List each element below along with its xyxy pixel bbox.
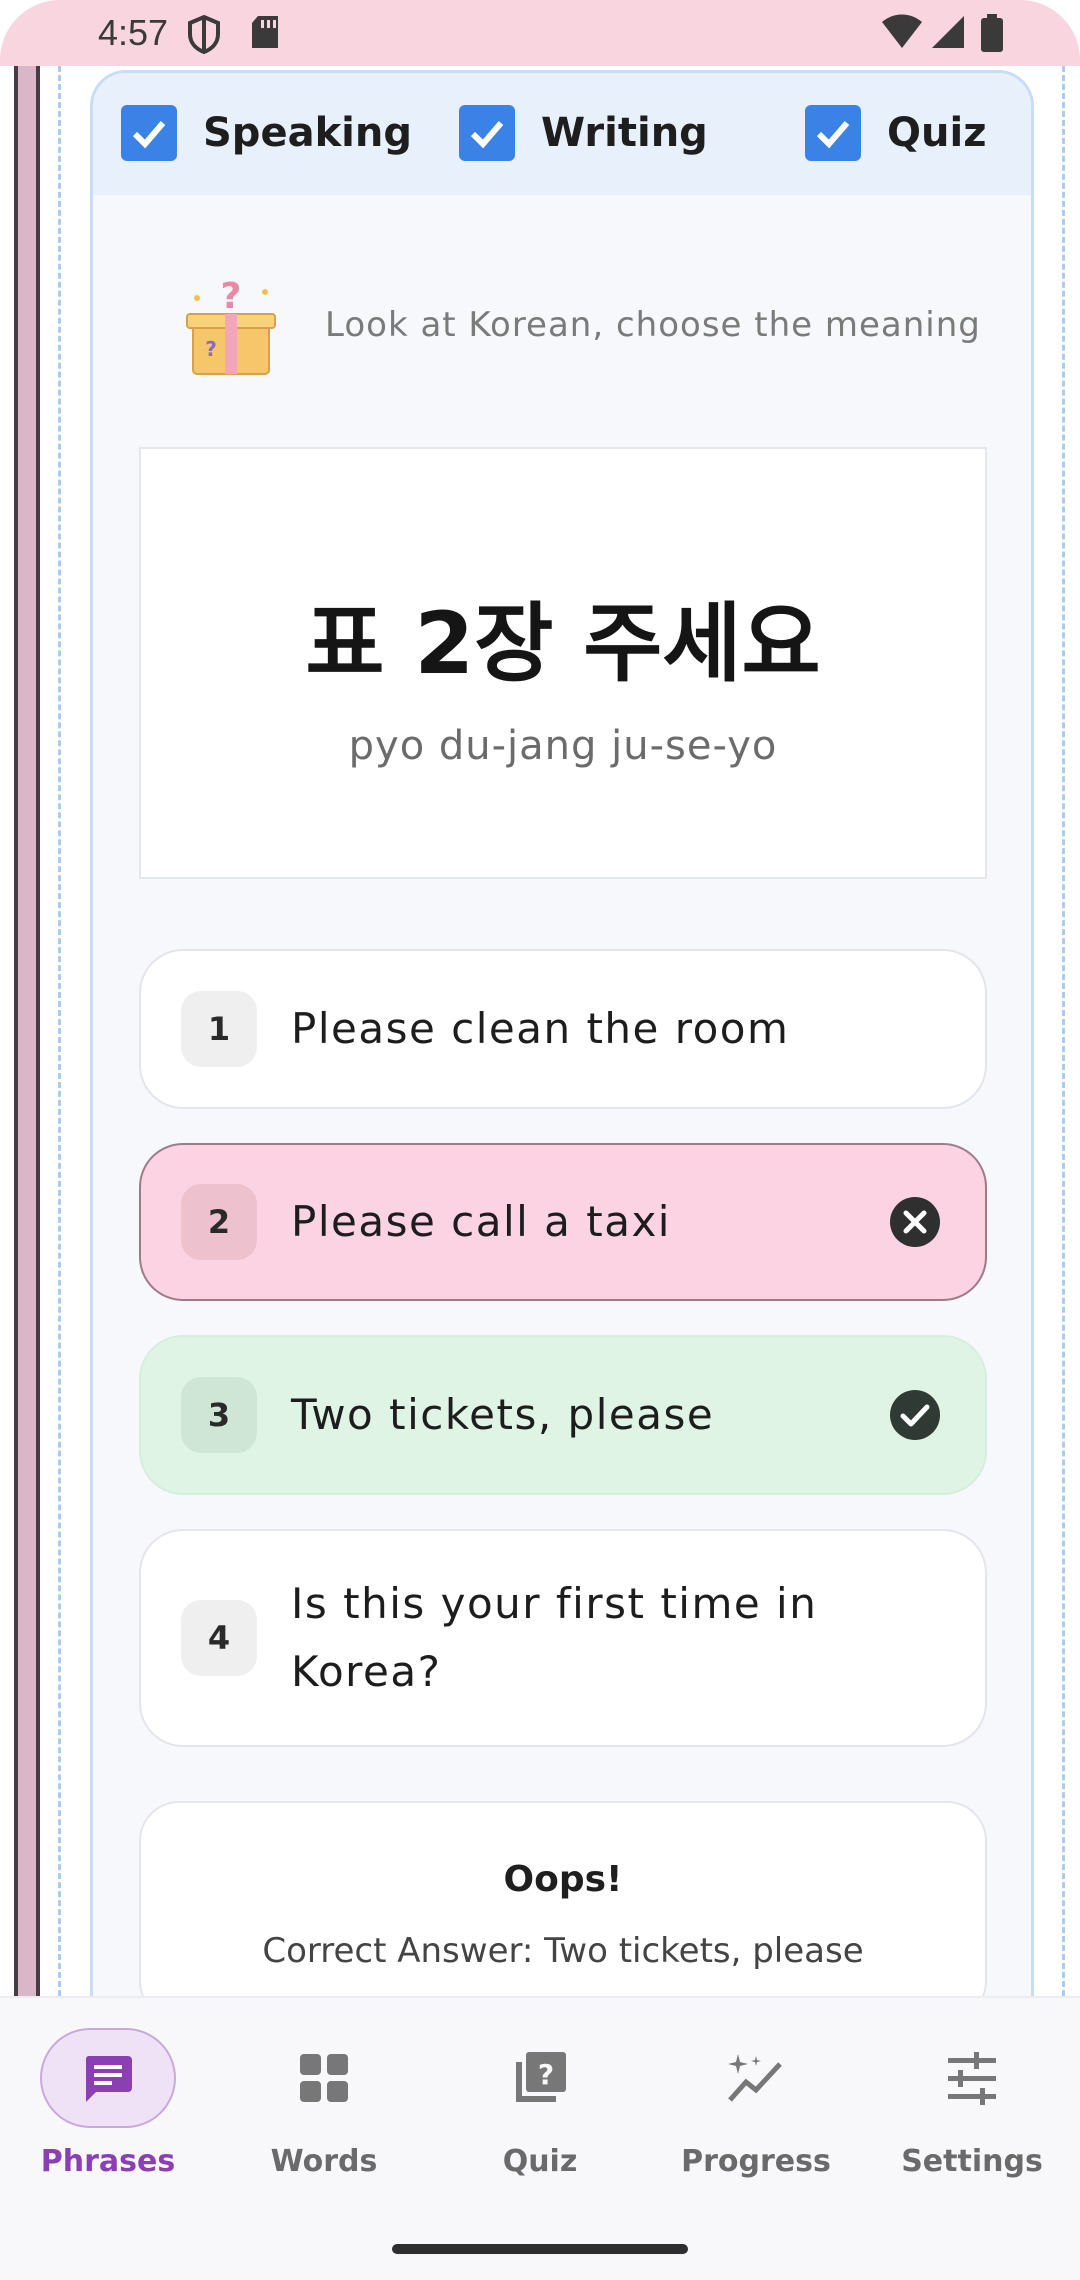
toggle-writing[interactable]: Writing [459,105,708,161]
svg-text:?: ? [221,276,242,317]
status-time: 4:57 [98,12,169,53]
nav-icon-container [256,2028,392,2128]
option-number: 3 [181,1377,257,1453]
nav-label: Words [270,2144,378,2179]
romanization: pyo du-jang ju-se-yo [348,723,778,769]
checkbox[interactable] [459,105,515,161]
rail-line [14,66,18,1996]
feedback-message: Correct Answer: Two tickets, please [262,1931,864,1971]
nav-icon-container [688,2028,824,2128]
mystery-box-icon: ? ? [186,276,276,375]
nav-phrases[interactable]: Phrases [8,2028,208,2198]
wifi-icon [882,14,922,48]
chat-bubble-icon [85,2056,132,2102]
option-text: Please clean the room [291,1004,790,1053]
option-number: 2 [181,1184,257,1260]
shield-icon [188,14,220,54]
feedback-card: Oops! Correct Answer: Two tickets, pleas… [139,1801,987,1996]
quiz-icon: ? [516,2052,566,2102]
nav-icon-container [40,2028,176,2128]
phrase-card: 표 2장 주세요 pyo du-jang ju-se-yo [139,447,987,879]
option-text: Two tickets, please [291,1390,715,1439]
checkmark-icon [132,121,166,149]
instruction-row: ? ? Look at Korean, choose the meaning [181,265,981,385]
nav-label: Progress [681,2144,831,2179]
nav-label: Quiz [502,2144,578,2179]
checkmark-icon [470,121,504,149]
svg-text:?: ? [538,2058,554,2091]
signal-icon [932,16,964,48]
korean-phrase: 표 2장 주세요 [305,594,821,694]
toggle-quiz[interactable]: Quiz [805,105,986,161]
nav-icon-container: ? [472,2028,608,2128]
sliders-icon [948,2052,996,2105]
instruction-text: Look at Korean, choose the meaning [325,305,981,345]
nav-quiz[interactable]: ? Quiz [440,2028,640,2198]
checkmark-icon [816,121,850,149]
guide-line-left [58,66,61,1996]
toggle-speaking[interactable]: Speaking [121,105,412,161]
option-number: 4 [181,1600,257,1676]
battery-icon [981,14,1003,52]
answer-option-1[interactable]: 1 Please clean the room [139,949,987,1109]
answer-option-4[interactable]: 4 Is this your first time in Korea? [139,1529,987,1747]
answer-option-3[interactable]: 3 Two tickets, please [139,1335,987,1495]
checkbox[interactable] [121,105,177,161]
toggle-label: Speaking [203,110,412,156]
nav-words[interactable]: Words [224,2028,424,2198]
nav-settings[interactable]: Settings [872,2028,1072,2198]
bottom-navigation: Phrases Words ? Quiz Progress Settings [0,1996,1080,2280]
nav-progress[interactable]: Progress [656,2028,856,2198]
sd-card-icon [252,16,278,48]
checkbox[interactable] [805,105,861,161]
grid-icon [300,2054,348,2102]
option-text: Please call a taxi [291,1197,671,1246]
option-text: Is this your first time in Korea? [291,1579,818,1696]
quiz-panel: Speaking Writing Quiz ? ? Look at Korean… [90,70,1034,1996]
rail-line [36,66,40,1996]
answer-option-2[interactable]: 2 Please call a taxi [139,1143,987,1301]
correct-check-icon [890,1390,940,1440]
guide-line-right [1062,66,1065,1996]
nav-label: Settings [901,2144,1043,2179]
left-rail [0,66,56,1996]
nav-label: Phrases [40,2144,176,2179]
sparkle-chart-icon [728,2054,782,2102]
wrong-x-icon [890,1197,940,1247]
nav-icon-container [904,2028,1040,2128]
status-bar: 4:57 [0,0,1080,66]
feedback-title: Oops! [503,1859,623,1900]
toggle-label: Writing [541,110,708,156]
mode-toggles: Speaking Writing Quiz [93,73,1031,195]
option-number: 1 [181,991,257,1067]
svg-text:?: ? [205,337,217,361]
home-indicator[interactable] [392,2244,688,2254]
toggle-label: Quiz [887,110,987,156]
